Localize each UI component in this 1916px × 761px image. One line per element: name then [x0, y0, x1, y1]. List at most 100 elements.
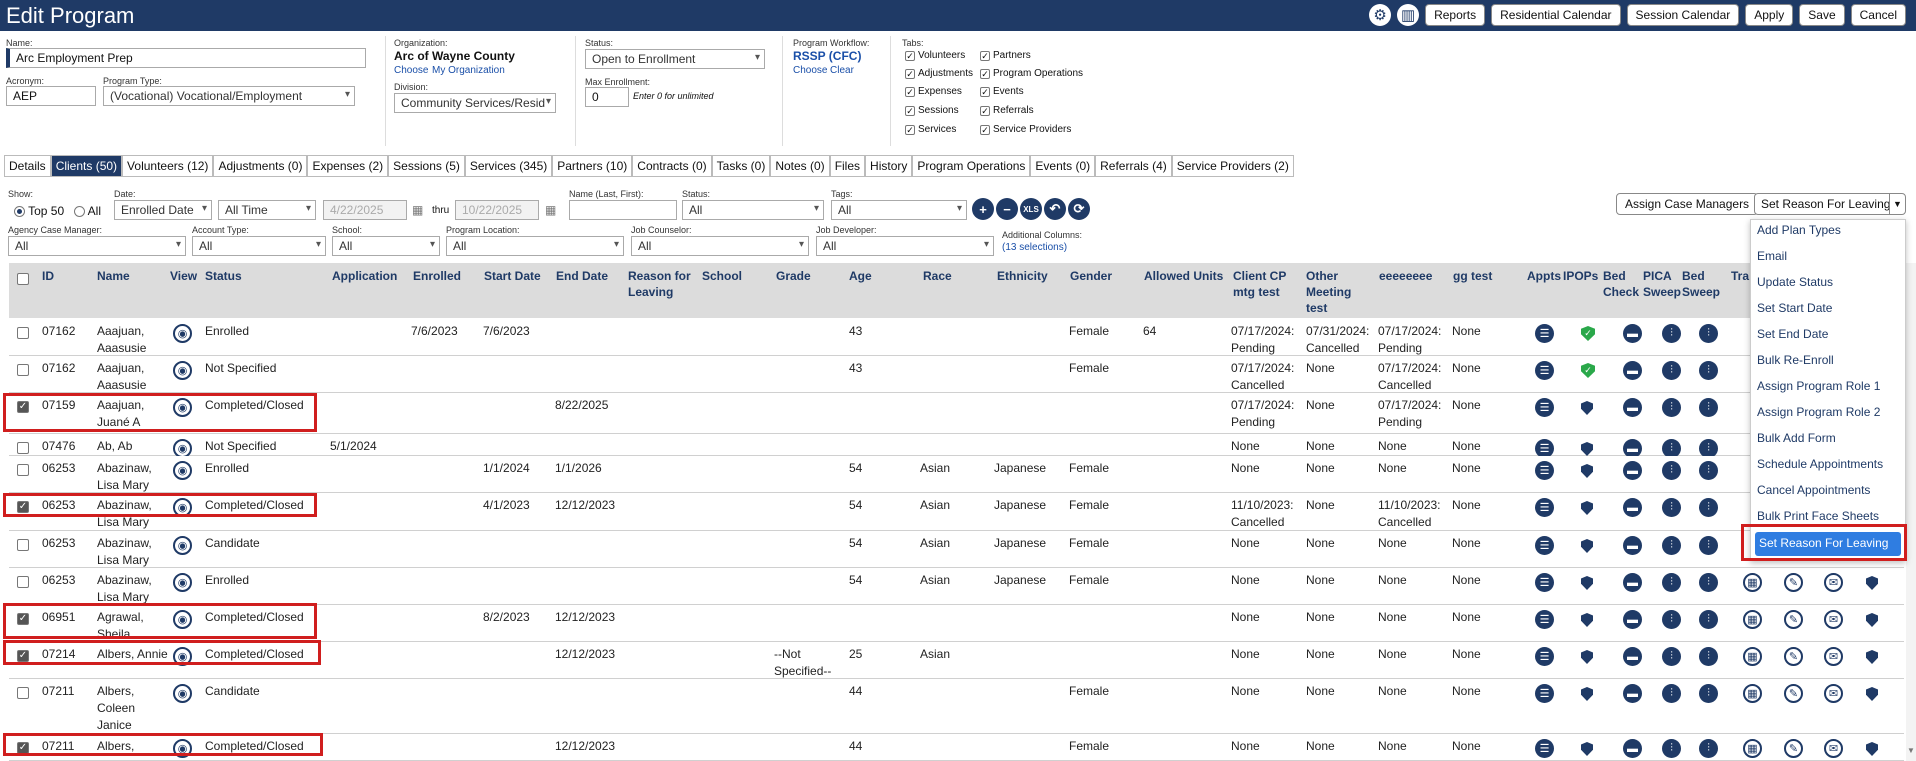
view-eye-icon[interactable]: ◉ — [173, 536, 192, 555]
tab-check-service-providers[interactable]: ✓ Service Providers — [980, 124, 1071, 135]
tags-select[interactable]: All — [831, 200, 967, 220]
bed-sweep-icon[interactable]: ⫶ — [1699, 739, 1718, 758]
table-row[interactable]: 07162 Aaajuan, Aaasusie Enrolled 7/6/2023 7/… — [9, 319, 1904, 356]
table-row[interactable]: 07211 Albers, Coleen Janice Candidate 44 Fem… — [9, 679, 1904, 734]
shield-icon[interactable] — [1866, 687, 1878, 701]
tab-referrals[interactable]: Referrals (4) — [1095, 155, 1172, 176]
tab-check-program-operations[interactable]: ✓ Program Operations — [980, 68, 1083, 79]
row-checkbox[interactable] — [17, 687, 29, 699]
view-eye-icon[interactable]: ◉ — [173, 573, 192, 592]
menu-email[interactable]: Email — [1757, 249, 1787, 263]
col-bed-check[interactable]: Bed Check — [1603, 268, 1639, 300]
tab-partners[interactable]: Partners (10) — [552, 155, 633, 176]
ipop-complete-icon[interactable]: ✓ — [1581, 363, 1595, 378]
table-row[interactable]: 07162 Aaajuan, Aaasusie Not Specified 43 Fem… — [9, 356, 1904, 393]
select-all-checkbox[interactable] — [17, 273, 29, 285]
bed-check-icon[interactable]: ▬ — [1623, 647, 1642, 666]
col-appts[interactable]: Appts — [1527, 268, 1561, 284]
menu-bulk-print-face-sheets[interactable]: Bulk Print Face Sheets — [1757, 509, 1879, 523]
bed-sweep-icon[interactable]: ⫶ — [1699, 647, 1718, 666]
pica-sweep-icon[interactable]: ⫶ — [1662, 461, 1681, 480]
ipop-shield-icon[interactable] — [1581, 687, 1593, 701]
col-gg-test[interactable]: gg test — [1453, 268, 1492, 284]
tab-clients[interactable]: Clients (50) — [50, 155, 123, 176]
tab-check-expenses[interactable]: ✓ Expenses — [905, 86, 962, 97]
pica-sweep-icon[interactable]: ⫶ — [1662, 324, 1681, 343]
tab-contracts[interactable]: Contracts (0) — [632, 155, 712, 176]
tab-history[interactable]: History — [865, 155, 913, 176]
gear-icon[interactable]: ⚙ — [1369, 4, 1392, 26]
calendar-icon[interactable]: ▦ — [1743, 647, 1762, 666]
cancel-button[interactable]: Cancel — [1850, 4, 1906, 26]
show-all-radio[interactable]: All — [74, 204, 101, 218]
appointments-icon[interactable]: ☰ — [1535, 324, 1554, 343]
set-reason-dropdown-button[interactable]: Set Reason For Leaving ▼ — [1754, 193, 1906, 215]
bed-check-icon[interactable]: ▬ — [1623, 361, 1642, 380]
envelope-icon[interactable]: ✉ — [1824, 610, 1843, 629]
undo-icon[interactable]: ↶ — [1044, 198, 1066, 220]
tab-notes[interactable]: Notes (0) — [770, 155, 830, 176]
workflow-choose-link[interactable]: Choose — [793, 65, 827, 76]
status-filter-select[interactable]: All — [682, 200, 824, 220]
calendar-icon[interactable]: ▦ — [1743, 684, 1762, 703]
tab-files[interactable]: Files — [829, 155, 866, 176]
pica-sweep-icon[interactable]: ⫶ — [1662, 573, 1681, 592]
calendar-icon[interactable]: ▦ — [1743, 573, 1762, 592]
menu-set-end-date[interactable]: Set End Date — [1757, 327, 1828, 341]
save-button[interactable]: Save — [1799, 4, 1845, 26]
pica-sweep-icon[interactable]: ⫶ — [1662, 398, 1681, 417]
bed-check-icon[interactable]: ▬ — [1623, 536, 1642, 555]
tab-program-operations[interactable]: Program Operations — [912, 155, 1031, 176]
job-developer-select[interactable]: All — [816, 236, 994, 256]
row-checkbox[interactable] — [17, 442, 29, 454]
menu-assign-program-role-2[interactable]: Assign Program Role 2 — [1757, 405, 1880, 419]
view-eye-icon[interactable]: ◉ — [173, 324, 192, 343]
envelope-icon[interactable]: ✉ — [1824, 684, 1843, 703]
tab-expenses[interactable]: Expenses (2) — [307, 155, 389, 176]
pica-sweep-icon[interactable]: ⫶ — [1662, 684, 1681, 703]
envelope-icon[interactable]: ✉ — [1824, 573, 1843, 592]
menu-schedule-appointments[interactable]: Schedule Appointments — [1757, 457, 1883, 471]
row-checkbox[interactable] — [17, 464, 29, 476]
shield-icon[interactable] — [1866, 576, 1878, 590]
calendar-icon[interactable]: ▦ — [1743, 610, 1762, 629]
remove-icon[interactable]: − — [996, 198, 1018, 220]
tab-check-partners[interactable]: ✓ Partners — [980, 50, 1031, 61]
show-top50-radio[interactable]: Top 50 — [14, 204, 64, 218]
residential-calendar-button[interactable]: Residential Calendar — [1491, 4, 1621, 26]
pica-sweep-icon[interactable]: ⫶ — [1662, 739, 1681, 758]
col-ethnicity[interactable]: Ethnicity — [997, 268, 1048, 284]
division-select[interactable]: Community Services/Resid — [394, 93, 556, 113]
apply-button[interactable]: Apply — [1745, 4, 1794, 26]
agency-cm-select[interactable]: All — [8, 236, 186, 256]
bed-sweep-icon[interactable]: ⫶ — [1699, 610, 1718, 629]
menu-cancel-appointments[interactable]: Cancel Appointments — [1757, 483, 1870, 497]
appointments-icon[interactable]: ☰ — [1535, 361, 1554, 380]
ipop-shield-icon[interactable] — [1581, 576, 1593, 590]
scroll-down-icon[interactable]: ▼ — [1907, 746, 1915, 755]
account-type-select[interactable]: All — [192, 236, 326, 256]
bed-check-icon[interactable]: ▬ — [1623, 684, 1642, 703]
ipop-shield-icon[interactable] — [1581, 613, 1593, 627]
ipop-shield-icon[interactable] — [1581, 501, 1593, 515]
col-tra[interactable]: Tra — [1731, 268, 1749, 284]
edit-note-icon[interactable]: ✎ — [1784, 610, 1803, 629]
tab-details[interactable]: Details — [4, 155, 51, 176]
col-id[interactable]: ID — [42, 268, 54, 284]
bed-check-icon[interactable]: ▬ — [1623, 610, 1642, 629]
view-eye-icon[interactable]: ◉ — [173, 361, 192, 380]
bed-check-icon[interactable]: ▬ — [1623, 324, 1642, 343]
tab-check-referrals[interactable]: ✓ Referrals — [980, 105, 1034, 116]
appointments-icon[interactable]: ☰ — [1535, 498, 1554, 517]
ipop-shield-icon[interactable] — [1581, 464, 1593, 478]
tab-service-providers[interactable]: Service Providers (2) — [1171, 155, 1294, 176]
tab-sessions[interactable]: Sessions (5) — [388, 155, 465, 176]
add-icon[interactable]: + — [972, 198, 994, 220]
job-counselor-select[interactable]: All — [631, 236, 809, 256]
envelope-icon[interactable]: ✉ — [1824, 739, 1843, 758]
from-date-input[interactable]: 4/22/2025 — [323, 200, 407, 220]
bed-sweep-icon[interactable]: ⫶ — [1699, 536, 1718, 555]
bed-sweep-icon[interactable]: ⫶ — [1699, 324, 1718, 343]
menu-bulk-add-form[interactable]: Bulk Add Form — [1757, 431, 1836, 445]
edit-note-icon[interactable]: ✎ — [1784, 684, 1803, 703]
